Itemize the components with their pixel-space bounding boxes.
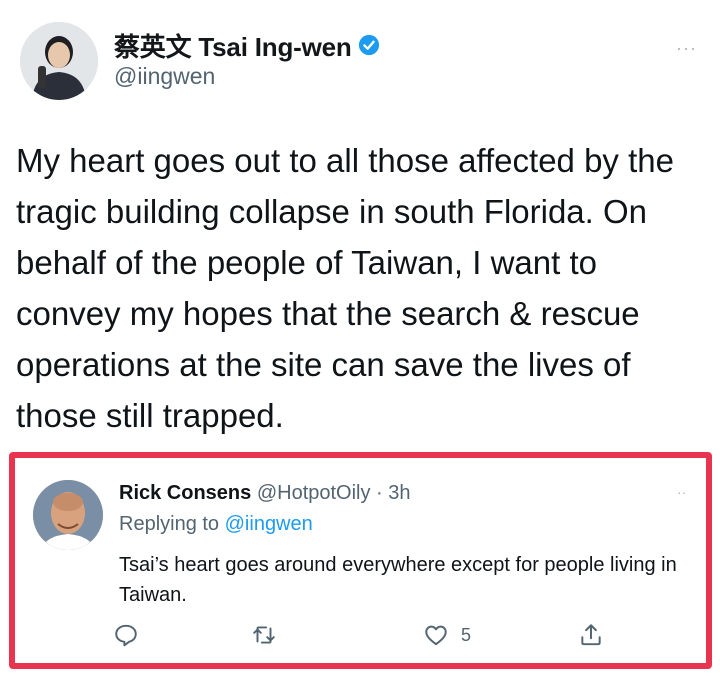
- share-button[interactable]: [578, 622, 604, 648]
- like-count: 5: [461, 624, 472, 645]
- like-button[interactable]: 5: [423, 622, 471, 648]
- share-icon: [581, 624, 601, 646]
- reply-tweet: Rick Consens @HotpotOily · 3h ·· Replyin…: [9, 452, 712, 669]
- replying-to-handle[interactable]: @iingwen: [225, 513, 313, 535]
- replying-to: Replying to @iingwen: [119, 513, 313, 536]
- reply-text: Tsai’s heart goes around everywhere exce…: [119, 554, 677, 606]
- reply-handle-time: @HotpotOily · 3h: [256, 482, 411, 504]
- retweet-icon: [253, 626, 275, 644]
- verified-badge-icon: [358, 34, 379, 56]
- author-name-row: 蔡英文 Tsai Ing-wen: [114, 30, 380, 62]
- tweet-text: My heart goes out to all those affected …: [16, 142, 674, 434]
- replying-to-label: Replying to: [119, 513, 220, 535]
- reply-button[interactable]: [113, 622, 139, 648]
- author-handle[interactable]: @iingwen: [114, 63, 215, 90]
- reply-header: Rick Consens @HotpotOily · 3h: [119, 482, 411, 505]
- reply-actions-bar: 5: [15, 622, 706, 656]
- avatar[interactable]: [20, 22, 98, 100]
- reply-more-options-icon[interactable]: ··: [677, 484, 686, 500]
- retweet-button[interactable]: [251, 622, 277, 648]
- main-tweet: 蔡英文 Tsai Ing-wen @iingwen ··· My heart g…: [0, 0, 720, 450]
- reply-avatar[interactable]: [33, 480, 103, 550]
- reply-author-name[interactable]: Rick Consens: [119, 482, 251, 504]
- heart-icon: [425, 625, 447, 646]
- reply-icon: [115, 624, 137, 647]
- more-options-icon[interactable]: ···: [676, 38, 697, 59]
- display-name[interactable]: 蔡英文 Tsai Ing-wen: [114, 27, 352, 64]
